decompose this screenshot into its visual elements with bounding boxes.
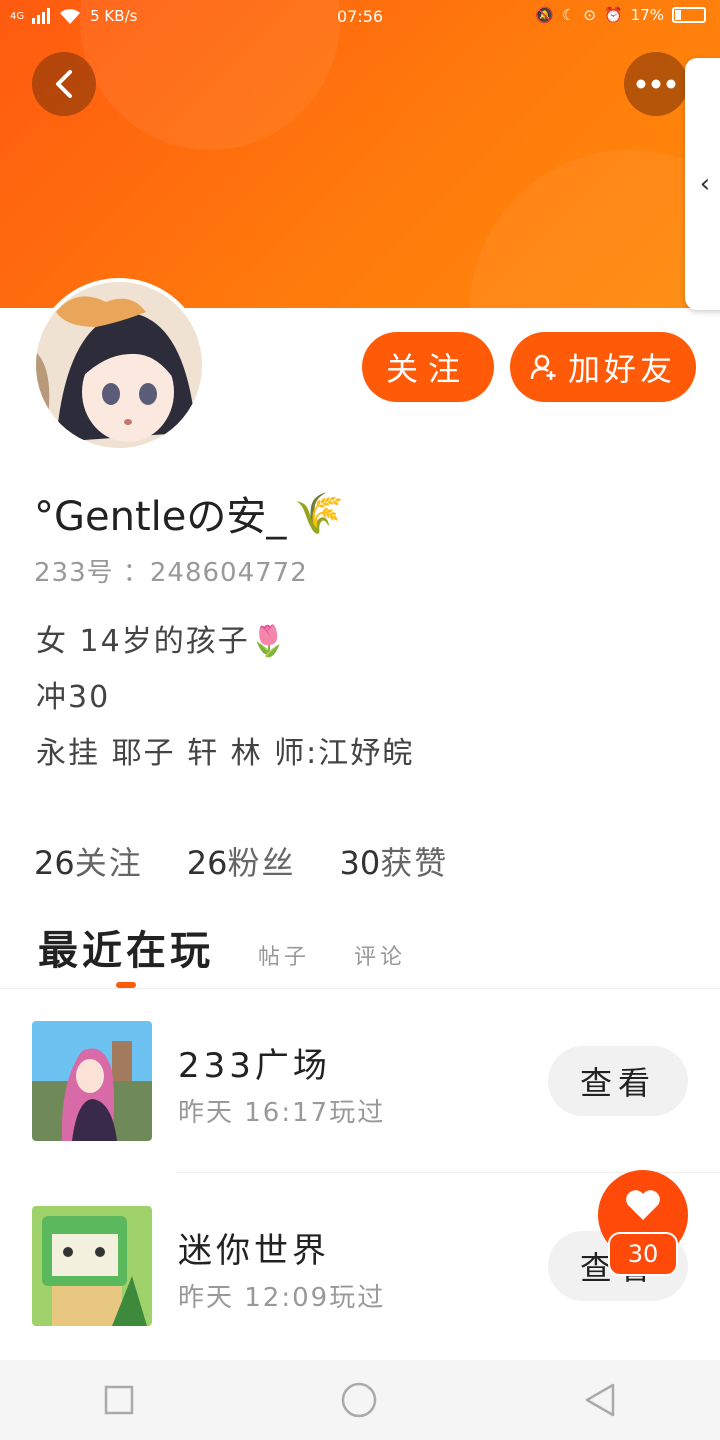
followers-stat[interactable]: 26粉丝 — [187, 838, 296, 884]
add-user-icon — [530, 354, 556, 380]
recent-apps-icon[interactable] — [103, 1384, 135, 1416]
status-bar: 4G 5 KB/s 07:56 🔕 ☾ ⊙ ⏰ 17% — [0, 0, 720, 34]
follow-button[interactable]: 关注 — [362, 332, 494, 402]
back-button[interactable] — [32, 52, 96, 116]
follow-label: 关注 — [385, 350, 470, 388]
divider — [0, 988, 720, 989]
chevron-left-icon: ‹ — [699, 169, 711, 199]
add-friend-label: 加好友 — [567, 350, 676, 388]
likes-received-count: 30 — [339, 844, 381, 882]
chevron-left-icon — [56, 70, 72, 98]
following-count: 26 — [34, 844, 75, 882]
bio-line: 女 14岁的孩子🌷 — [36, 624, 290, 659]
home-icon[interactable] — [340, 1381, 378, 1419]
likes-stat[interactable]: 30获赞 — [339, 838, 448, 884]
reed-emoji-icon: 🌾 — [294, 490, 345, 537]
avatar[interactable] — [32, 278, 206, 452]
game-name: 迷你世界 — [178, 1231, 330, 1271]
battery-percent: 17% — [630, 6, 664, 24]
game-last-played: 昨天 12:09玩过 — [178, 1283, 386, 1313]
lock-rotation-icon: ⊙ — [583, 6, 596, 24]
game-list-item[interactable]: 233广场 昨天 16:17玩过 查看 — [0, 1004, 720, 1174]
game-thumbnail-mini-world — [32, 1206, 152, 1326]
header-decor — [470, 150, 720, 308]
add-friend-button[interactable]: 加好友 — [510, 332, 696, 402]
profile-stats: 26关注 26粉丝 30获赞 — [34, 838, 448, 884]
tab-posts[interactable]: 帖子 — [258, 939, 310, 971]
following-label: 关注 — [74, 844, 143, 882]
likes-received-label: 获赞 — [380, 844, 449, 882]
mute-icon: 🔕 — [535, 6, 554, 24]
heart-icon — [626, 1190, 660, 1220]
bio-line: 永挂 耶子 轩 林 师:江妤皖 — [36, 736, 415, 771]
like-count-badge: 30 — [608, 1232, 678, 1276]
more-button[interactable] — [624, 52, 688, 116]
avatar-image — [36, 282, 202, 448]
profile-name: °Gentleの安_ — [34, 494, 287, 540]
profile-tabs: 最近在玩 帖子 评论 — [38, 918, 406, 976]
user-id: 233号 ：248604772 — [34, 558, 308, 588]
followers-label: 粉丝 — [227, 844, 296, 882]
game-name: 233广场 — [178, 1046, 331, 1086]
bio-line: 冲30 — [36, 680, 111, 715]
alarm-icon: ⏰ — [603, 6, 623, 24]
following-stat[interactable]: 26关注 — [34, 838, 143, 884]
battery-icon — [672, 7, 706, 23]
moon-icon: ☾ — [561, 6, 576, 24]
profile-header-banner — [0, 0, 720, 308]
profile-name-row: °Gentleの安_ 🌾 — [34, 484, 344, 542]
system-navigation-bar — [0, 1360, 720, 1440]
more-dots-icon — [636, 79, 676, 89]
tab-recently-played[interactable]: 最近在玩 — [38, 918, 214, 976]
game-icon — [32, 1206, 152, 1326]
tab-comments[interactable]: 评论 — [354, 939, 406, 971]
game-thumbnail-233-plaza — [32, 1021, 152, 1141]
back-nav-icon[interactable] — [583, 1382, 617, 1418]
view-game-button[interactable]: 查看 — [548, 1046, 688, 1116]
side-drawer-handle[interactable]: ‹ — [685, 58, 720, 310]
game-icon — [32, 1021, 152, 1141]
game-last-played: 昨天 16:17玩过 — [178, 1098, 386, 1128]
followers-count: 26 — [186, 844, 228, 882]
